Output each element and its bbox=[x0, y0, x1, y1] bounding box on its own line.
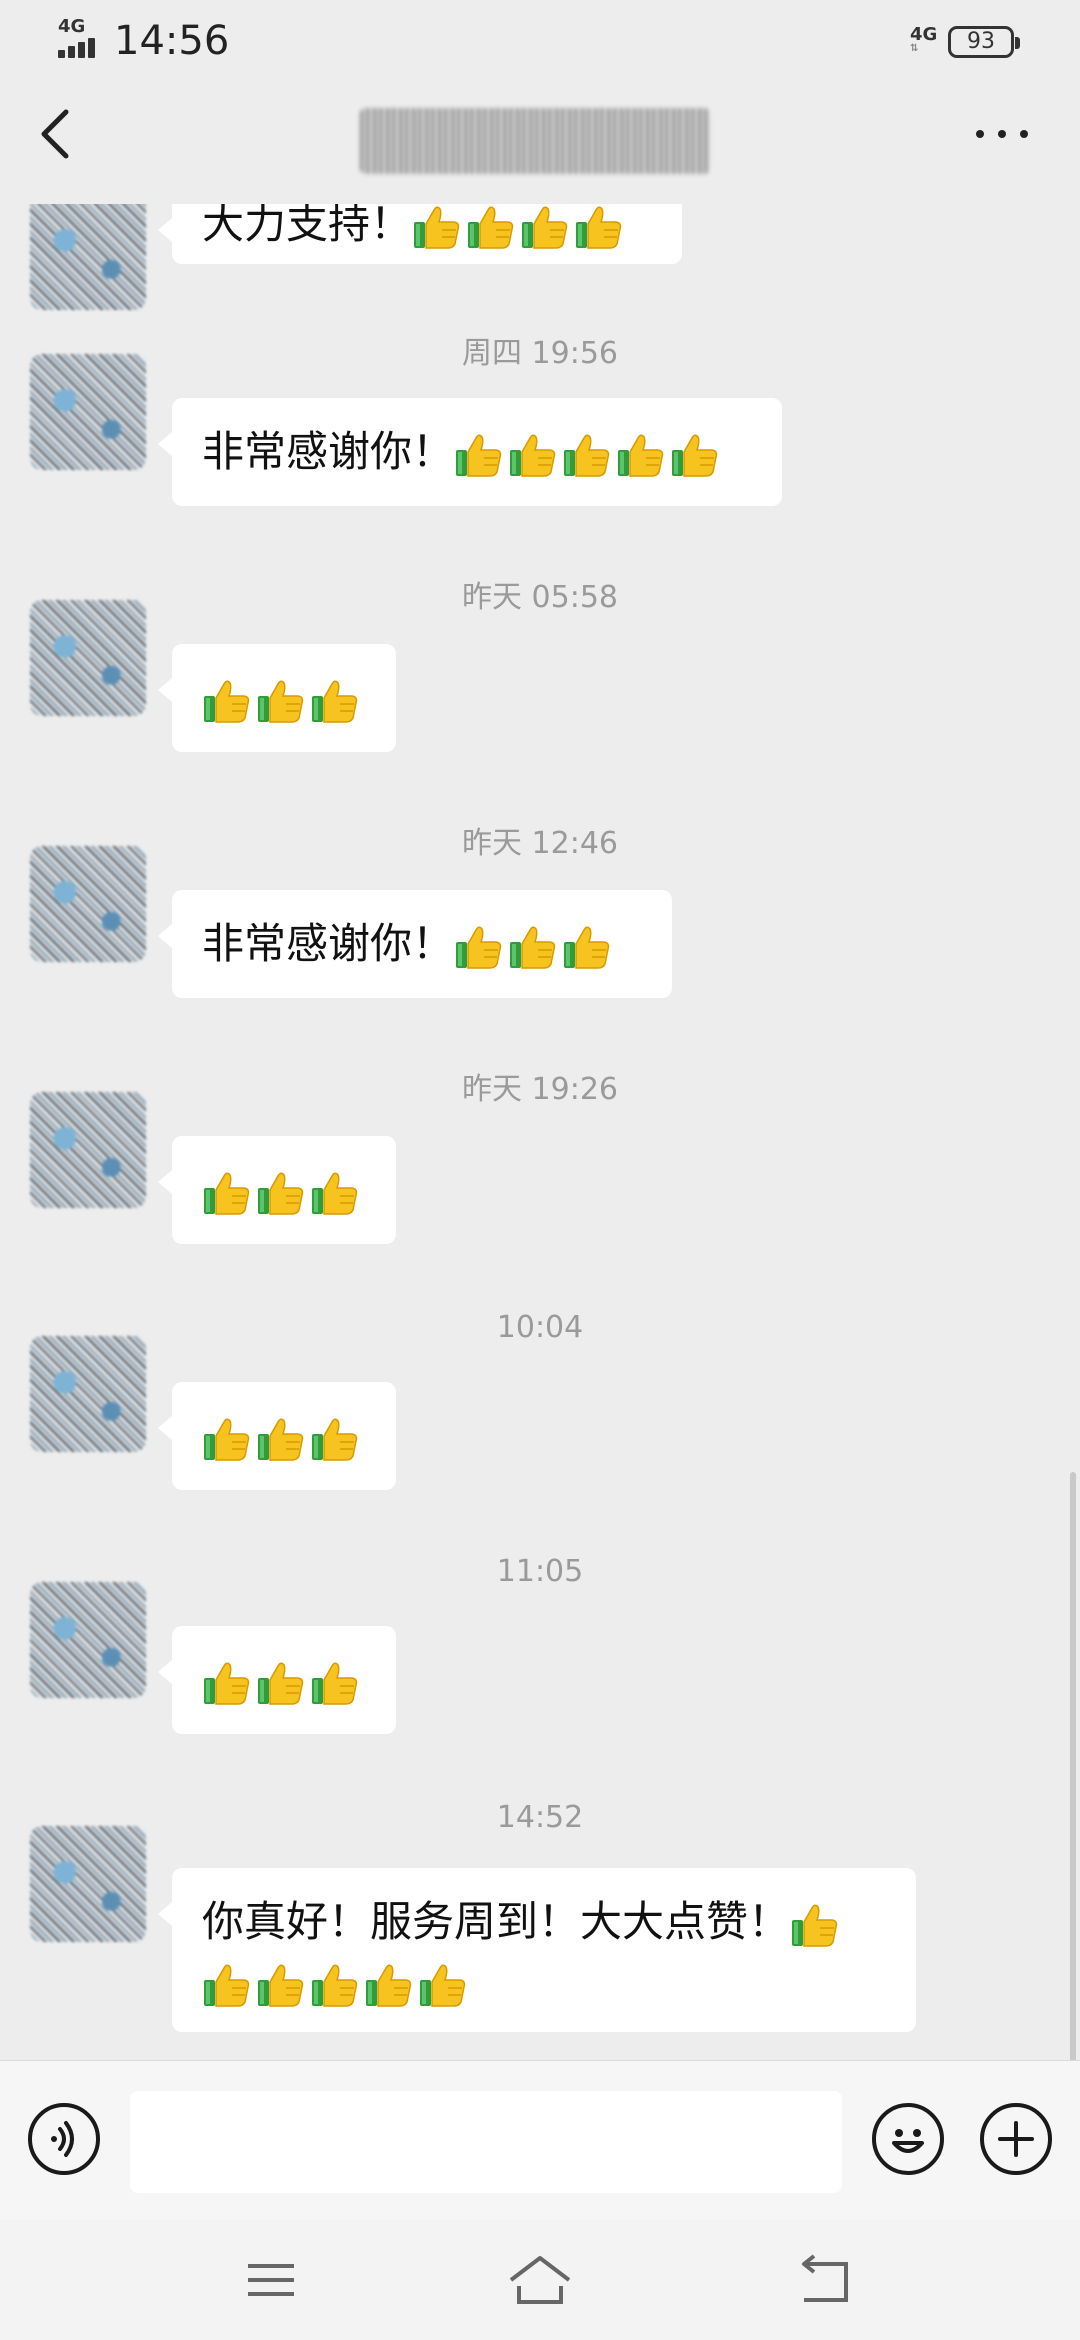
battery-icon: 93 bbox=[948, 26, 1020, 58]
avatar[interactable] bbox=[30, 1582, 146, 1698]
thumbs-up-icon bbox=[202, 1658, 252, 1708]
message-text: 大力支持！ bbox=[202, 204, 413, 248]
input-bar bbox=[0, 2060, 1080, 2221]
thumbs-up-icon bbox=[256, 1168, 306, 1218]
avatar[interactable] bbox=[30, 1336, 146, 1452]
thumbs-up-icon bbox=[574, 204, 624, 252]
more-icon[interactable] bbox=[968, 112, 1038, 152]
thumbs-up-icon bbox=[562, 430, 612, 480]
message-timestamp: 10:04 bbox=[496, 1310, 584, 1345]
message-timestamp: 昨天 12:46 bbox=[462, 826, 618, 861]
thumbs-up-icon bbox=[310, 1414, 360, 1464]
message-text: 非常感谢你！ bbox=[202, 427, 455, 476]
message-text: 你真好！服务周到！大大点赞！ bbox=[202, 1897, 791, 1946]
message-bubble[interactable] bbox=[158, 1382, 396, 1490]
message-timestamp: 昨天 19:26 bbox=[462, 1072, 618, 1107]
thumbs-up-icon bbox=[310, 676, 360, 726]
message-timestamp: 11:05 bbox=[496, 1554, 584, 1589]
thumbs-up-icon bbox=[310, 1960, 360, 2010]
status-bar: 4G 14:56 4G ⇅ 93 bbox=[0, 0, 1080, 84]
thumbs-up-icon bbox=[310, 1658, 360, 1708]
message-bubble[interactable] bbox=[158, 644, 396, 752]
chat-header bbox=[0, 84, 1080, 204]
thumbs-up-icon bbox=[256, 1658, 306, 1708]
network-type: 4G bbox=[58, 16, 86, 37]
message-bubble[interactable] bbox=[158, 1626, 396, 1734]
system-nav-bar bbox=[0, 2220, 1080, 2340]
thumbs-up-icon bbox=[670, 430, 720, 480]
plus-icon[interactable] bbox=[980, 2103, 1052, 2175]
message-bubble[interactable]: 大力支持！ bbox=[158, 204, 682, 264]
menu-icon[interactable] bbox=[236, 2250, 306, 2310]
thumbs-up-icon bbox=[202, 676, 252, 726]
message-timestamp: 14:52 bbox=[496, 1800, 584, 1835]
avatar[interactable] bbox=[30, 846, 146, 962]
thumbs-up-icon bbox=[508, 430, 558, 480]
thumbs-up-icon bbox=[364, 1960, 414, 2010]
message-bubble[interactable]: 非常感谢你！ bbox=[158, 398, 782, 506]
avatar[interactable] bbox=[30, 204, 146, 310]
thumbs-up-icon bbox=[310, 1168, 360, 1218]
thumbs-up-icon bbox=[256, 1414, 306, 1464]
avatar[interactable] bbox=[30, 1092, 146, 1208]
message-bubble[interactable]: 非常感谢你！ bbox=[158, 890, 672, 998]
thumbs-up-icon bbox=[616, 430, 666, 480]
message-timestamp: 昨天 05:58 bbox=[462, 580, 618, 615]
avatar[interactable] bbox=[30, 1826, 146, 1942]
thumbs-up-icon bbox=[454, 430, 504, 480]
thumbs-up-icon bbox=[256, 676, 306, 726]
thumbs-up-icon bbox=[466, 204, 516, 252]
thumbs-up-icon bbox=[454, 922, 504, 972]
message-list[interactable]: 大力支持！ 周四 19:56 非常感谢你！ 昨天 05:58 昨天 12:46 非常感谢你… bbox=[0, 204, 1080, 2060]
message-text: 非常感谢你！ bbox=[202, 919, 455, 968]
avatar[interactable] bbox=[30, 600, 146, 716]
chat-title-blurred bbox=[360, 108, 710, 174]
thumbs-up-icon bbox=[520, 204, 570, 252]
signal-icon bbox=[58, 38, 106, 58]
emoji-icon[interactable] bbox=[872, 2103, 944, 2175]
voice-icon[interactable] bbox=[28, 2103, 100, 2175]
message-bubble[interactable]: 你真好！服务周到！大大点赞！ bbox=[158, 1868, 916, 2032]
network-type-right: 4G ⇅ bbox=[910, 24, 938, 54]
thumbs-up-icon bbox=[508, 922, 558, 972]
thumbs-up-icon bbox=[562, 922, 612, 972]
thumbs-up-icon bbox=[790, 1900, 840, 1950]
return-icon[interactable] bbox=[790, 2250, 860, 2310]
thumbs-up-icon bbox=[202, 1414, 252, 1464]
avatar[interactable] bbox=[30, 354, 146, 470]
thumbs-up-icon bbox=[202, 1168, 252, 1218]
home-icon[interactable] bbox=[505, 2250, 575, 2310]
back-icon[interactable] bbox=[28, 104, 88, 164]
thumbs-up-icon bbox=[412, 204, 462, 252]
thumbs-up-icon bbox=[418, 1960, 468, 2010]
thumbs-up-icon bbox=[202, 1960, 252, 2010]
clock: 14:56 bbox=[114, 18, 230, 64]
thumbs-up-icon bbox=[256, 1960, 306, 2010]
message-bubble[interactable] bbox=[158, 1136, 396, 1244]
message-timestamp: 周四 19:56 bbox=[462, 336, 618, 371]
message-input[interactable] bbox=[130, 2091, 842, 2193]
